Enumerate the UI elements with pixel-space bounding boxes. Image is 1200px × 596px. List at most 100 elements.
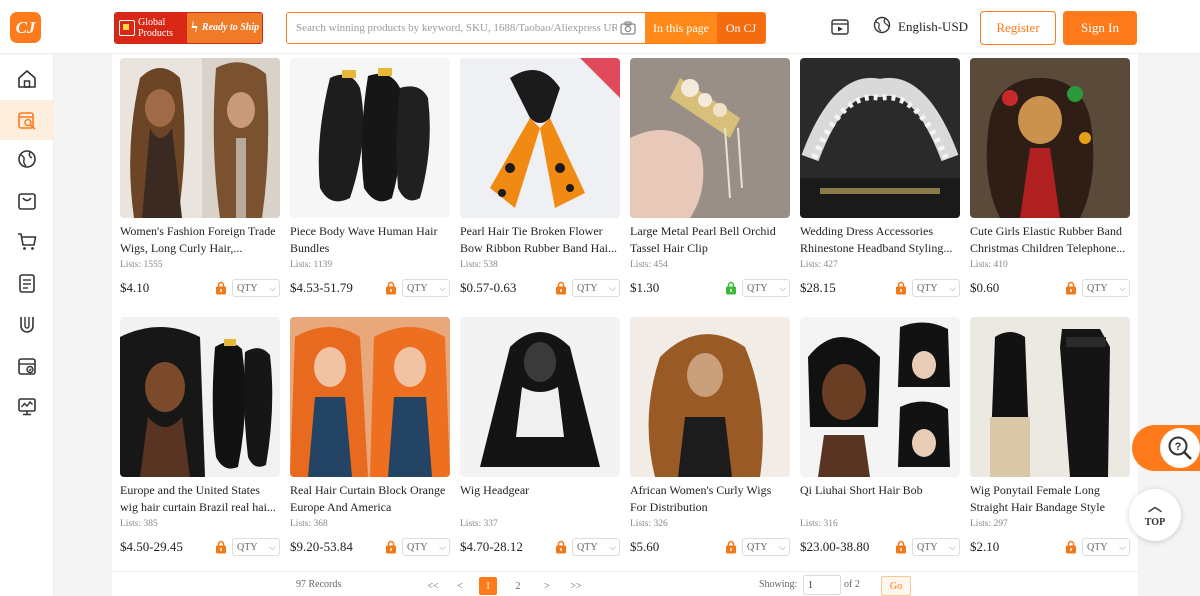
product-card[interactable]: Wig Ponytail Female Long Straight Hair B… — [970, 317, 1130, 558]
back-to-top-button[interactable]: ︿ TOP — [1129, 489, 1181, 541]
lock-icon[interactable] — [894, 540, 908, 554]
sidebar-item-products[interactable] — [0, 100, 54, 140]
sidebar-item-cart[interactable] — [0, 221, 54, 261]
ready-to-ship-tag[interactable]: ϟ Ready to Ship — [187, 13, 262, 43]
qty-select[interactable]: QTY ⌵ — [402, 279, 450, 297]
product-card[interactable]: Wedding Dress Accessories Rhinestone Hea… — [800, 58, 960, 299]
product-title[interactable]: Qi Liuhai Short Hair Bob — [800, 482, 960, 516]
qty-select[interactable]: QTY ⌵ — [742, 538, 790, 556]
qty-select[interactable]: QTY ⌵ — [912, 538, 960, 556]
video-icon[interactable] — [831, 18, 849, 36]
product-card[interactable]: Piece Body Wave Human Hair Bundles Lists… — [290, 58, 450, 299]
price-row: $4.50-29.45 QTY ⌵ — [120, 536, 280, 558]
product-image[interactable] — [290, 317, 450, 477]
page-2-button[interactable]: 2 — [509, 577, 527, 595]
lock-icon[interactable] — [894, 281, 908, 295]
qty-select[interactable]: QTY ⌵ — [1082, 279, 1130, 297]
sidebar-item-orders[interactable] — [0, 263, 54, 303]
product-image[interactable] — [970, 317, 1130, 477]
chevron-down-icon: ⌵ — [779, 541, 786, 552]
page-1-button[interactable]: 1 — [479, 577, 497, 595]
qty-select[interactable]: QTY ⌵ — [232, 538, 280, 556]
product-image[interactable] — [290, 58, 450, 218]
prev-page-button[interactable]: < — [451, 577, 469, 595]
product-title[interactable]: African Women's Curly Wigs For Distribut… — [630, 482, 790, 516]
sidebar-item-sourcing[interactable] — [0, 305, 54, 345]
search-on-cj-button[interactable]: On CJ — [717, 13, 765, 43]
sidebar-item-global[interactable] — [0, 139, 54, 179]
qty-select[interactable]: QTY ⌵ — [572, 279, 620, 297]
language-selector[interactable]: English-USD — [873, 16, 968, 37]
qty-label: QTY — [1087, 541, 1108, 553]
lock-icon[interactable] — [724, 540, 738, 554]
chevron-down-icon: ⌵ — [609, 282, 616, 293]
top-header: CJ Global Products ϟ Ready to Ship In th… — [0, 0, 1200, 54]
help-float-button[interactable]: ? — [1132, 425, 1200, 471]
product-title[interactable]: Pearl Hair Tie Broken Flower Bow Ribbon … — [460, 223, 620, 257]
lock-icon[interactable] — [214, 540, 228, 554]
product-title[interactable]: Large Metal Pearl Bell Orchid Tassel Hai… — [630, 223, 790, 257]
product-card[interactable]: Real Hair Curtain Block Orange Europe An… — [290, 317, 450, 558]
first-page-button[interactable]: << — [424, 577, 442, 595]
cj-logo[interactable]: CJ — [10, 12, 41, 43]
product-card[interactable]: Cute Girls Elastic Rubber Band Christmas… — [970, 58, 1130, 299]
qty-select[interactable]: QTY ⌵ — [232, 279, 280, 297]
product-title[interactable]: Wig Headgear — [460, 482, 620, 516]
next-page-button[interactable]: > — [538, 577, 556, 595]
sign-in-button[interactable]: Sign In — [1063, 11, 1137, 45]
product-card[interactable]: Europe and the United States wig hair cu… — [120, 317, 280, 558]
search-in-page-button[interactable]: In this page — [645, 13, 717, 43]
sidebar-item-home[interactable] — [0, 59, 54, 99]
product-title[interactable]: Wig Ponytail Female Long Straight Hair B… — [970, 482, 1130, 516]
sidebar-item-store[interactable] — [0, 181, 54, 221]
last-page-button[interactable]: >> — [567, 577, 585, 595]
product-image[interactable] — [460, 317, 620, 477]
product-title[interactable]: Piece Body Wave Human Hair Bundles — [290, 223, 450, 257]
page-number-input[interactable] — [803, 575, 841, 595]
lock-icon[interactable] — [554, 540, 568, 554]
price-row: $4.53-51.79 QTY ⌵ — [290, 277, 450, 299]
lock-icon[interactable] — [214, 281, 228, 295]
global-products-tag[interactable]: Global Products — [115, 13, 187, 43]
lock-icon[interactable] — [554, 281, 568, 295]
product-image[interactable] — [800, 317, 960, 477]
lock-icon[interactable] — [384, 540, 398, 554]
product-image[interactable] — [460, 58, 620, 218]
product-card[interactable]: Women's Fashion Foreign Trade Wigs, Long… — [120, 58, 280, 299]
product-title[interactable]: Women's Fashion Foreign Trade Wigs, Long… — [120, 223, 280, 257]
product-title[interactable]: Real Hair Curtain Block Orange Europe An… — [290, 482, 450, 516]
sidebar-item-analytics[interactable] — [0, 386, 54, 426]
product-card[interactable]: Qi Liuhai Short Hair Bob Lists: 316 $23.… — [800, 317, 960, 558]
product-card[interactable]: Wig Headgear Lists: 337 $4.70-28.12 QTY ⌵ — [460, 317, 620, 558]
price-row: $28.15 QTY ⌵ — [800, 277, 960, 299]
qty-select[interactable]: QTY ⌵ — [572, 538, 620, 556]
product-image[interactable] — [120, 58, 280, 218]
product-title[interactable]: Europe and the United States wig hair cu… — [120, 482, 280, 516]
product-image[interactable] — [970, 58, 1130, 218]
product-title[interactable]: Wedding Dress Accessories Rhinestone Hea… — [800, 223, 960, 257]
qty-select[interactable]: QTY ⌵ — [1082, 538, 1130, 556]
qty-select[interactable]: QTY ⌵ — [402, 538, 450, 556]
top-label: TOP — [1144, 517, 1166, 528]
lock-icon[interactable] — [1064, 540, 1078, 554]
lock-icon[interactable] — [384, 281, 398, 295]
product-image[interactable] — [120, 317, 280, 477]
product-image[interactable] — [800, 58, 960, 218]
search-input[interactable] — [287, 13, 617, 43]
product-image[interactable] — [630, 58, 790, 218]
qty-select[interactable]: QTY ⌵ — [912, 279, 960, 297]
promo-banner[interactable]: Global Products ϟ Ready to Ship — [114, 12, 263, 44]
product-card[interactable]: African Women's Curly Wigs For Distribut… — [630, 317, 790, 558]
product-image[interactable] — [630, 317, 790, 477]
go-button[interactable]: Go — [881, 576, 911, 596]
product-title[interactable]: Cute Girls Elastic Rubber Band Christmas… — [970, 223, 1130, 257]
price-row: $4.70-28.12 QTY ⌵ — [460, 536, 620, 558]
qty-select[interactable]: QTY ⌵ — [742, 279, 790, 297]
product-card[interactable]: Pearl Hair Tie Broken Flower Bow Ribbon … — [460, 58, 620, 299]
product-card[interactable]: Large Metal Pearl Bell Orchid Tassel Hai… — [630, 58, 790, 299]
lock-icon[interactable] — [724, 281, 738, 295]
sidebar-item-warehouse[interactable] — [0, 346, 54, 386]
camera-icon[interactable] — [617, 17, 639, 39]
lock-icon[interactable] — [1064, 281, 1078, 295]
register-button[interactable]: Register — [980, 11, 1056, 45]
